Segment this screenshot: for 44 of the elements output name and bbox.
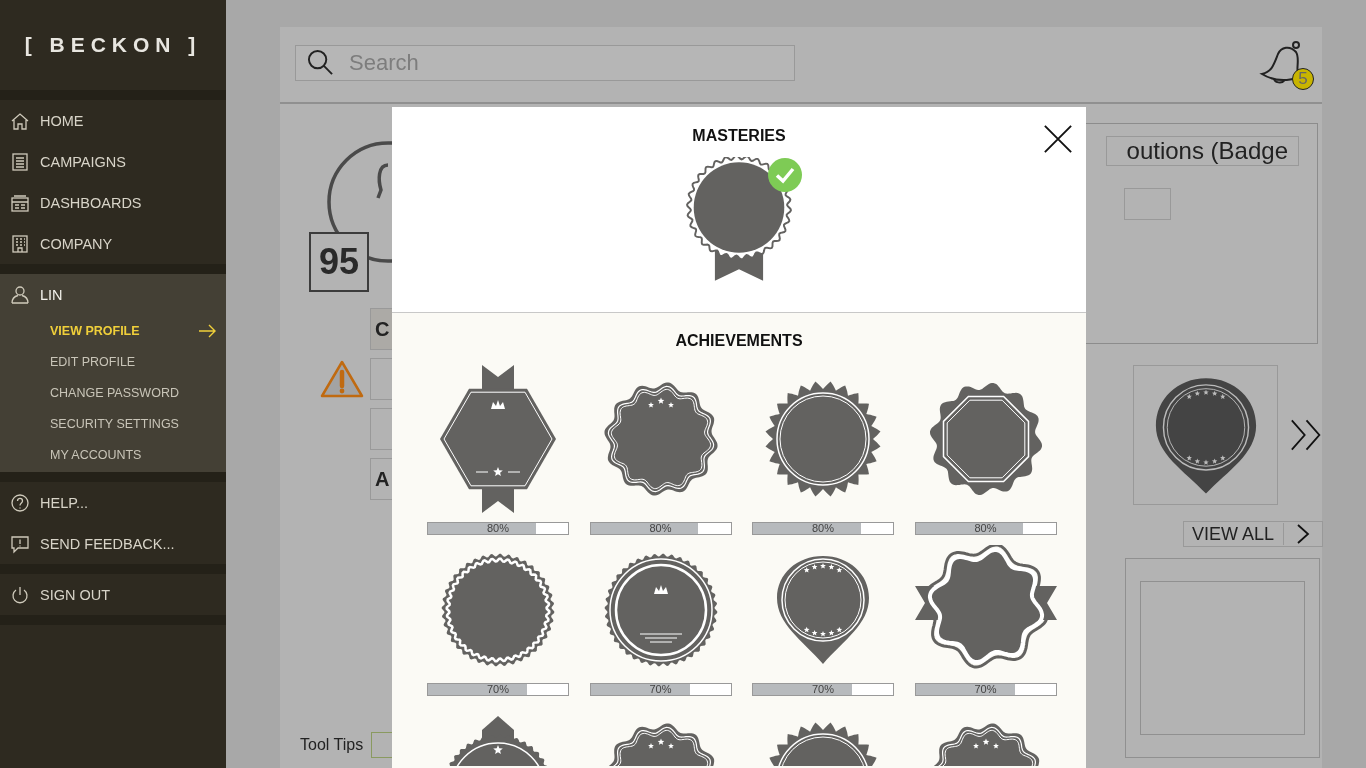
doc-icon — [10, 151, 30, 172]
medal-icon — [686, 157, 792, 283]
submenu-item[interactable]: MY ACCOUNTS — [0, 439, 226, 470]
nav-item[interactable]: LIN — [0, 274, 226, 315]
section-title: MASTERIES — [692, 127, 786, 145]
logo: [ BECKON ] — [23, 32, 203, 58]
help-icon — [10, 492, 30, 513]
submenu-item[interactable]: VIEW PROFILE — [0, 315, 226, 346]
progress-reading: 70% — [486, 683, 510, 696]
close-icon[interactable] — [1043, 124, 1073, 154]
progress-reading: 80% — [648, 522, 673, 535]
nav-item[interactable]: HELP... — [0, 482, 226, 523]
user-icon — [10, 284, 30, 305]
contributions-title: outions (Badge — [1105, 136, 1299, 166]
warning-icon — [320, 359, 364, 399]
arrow-icon — [198, 323, 216, 338]
submenu-item[interactable]: EDIT PROFILE — [0, 346, 226, 377]
submenu-item[interactable]: CHANGE PASSWORD — [0, 377, 226, 408]
search-field[interactable]: Search — [295, 44, 795, 81]
progress-reading: 80% — [973, 522, 998, 535]
notification-count: 5 — [1292, 67, 1314, 90]
nav-item[interactable]: CAMPAIGNS — [0, 141, 226, 182]
progress-reading: 70% — [811, 683, 835, 696]
nav-item[interactable]: SIGN OUT — [0, 574, 226, 615]
progress-reading: 70% — [648, 683, 673, 696]
building-icon — [10, 233, 30, 254]
nav-item[interactable]: HOME — [0, 100, 226, 141]
view-all-button[interactable]: VIEW ALL — [1183, 521, 1323, 547]
feedback-icon — [10, 533, 30, 554]
tool-tips-label: Tool Tips — [300, 736, 364, 754]
score: 95 — [309, 232, 369, 292]
nav-item[interactable]: SEND FEEDBACK... — [0, 523, 226, 564]
input-field[interactable] — [1124, 188, 1171, 220]
double-chevron-icon[interactable] — [1290, 417, 1323, 453]
badge-card[interactable] — [1133, 365, 1278, 505]
progress-reading: 70% — [973, 683, 998, 696]
dash-icon — [10, 192, 30, 213]
power-icon — [10, 584, 30, 605]
progress-reading: 80% — [811, 522, 835, 535]
section-title: ACHIEVEMENTS — [674, 332, 804, 350]
submenu-item[interactable]: SECURITY SETTINGS — [0, 408, 226, 439]
progress-reading: 80% — [486, 522, 510, 535]
nav-item[interactable]: COMPANY — [0, 223, 226, 264]
nav-item[interactable]: DASHBOARDS — [0, 182, 226, 223]
